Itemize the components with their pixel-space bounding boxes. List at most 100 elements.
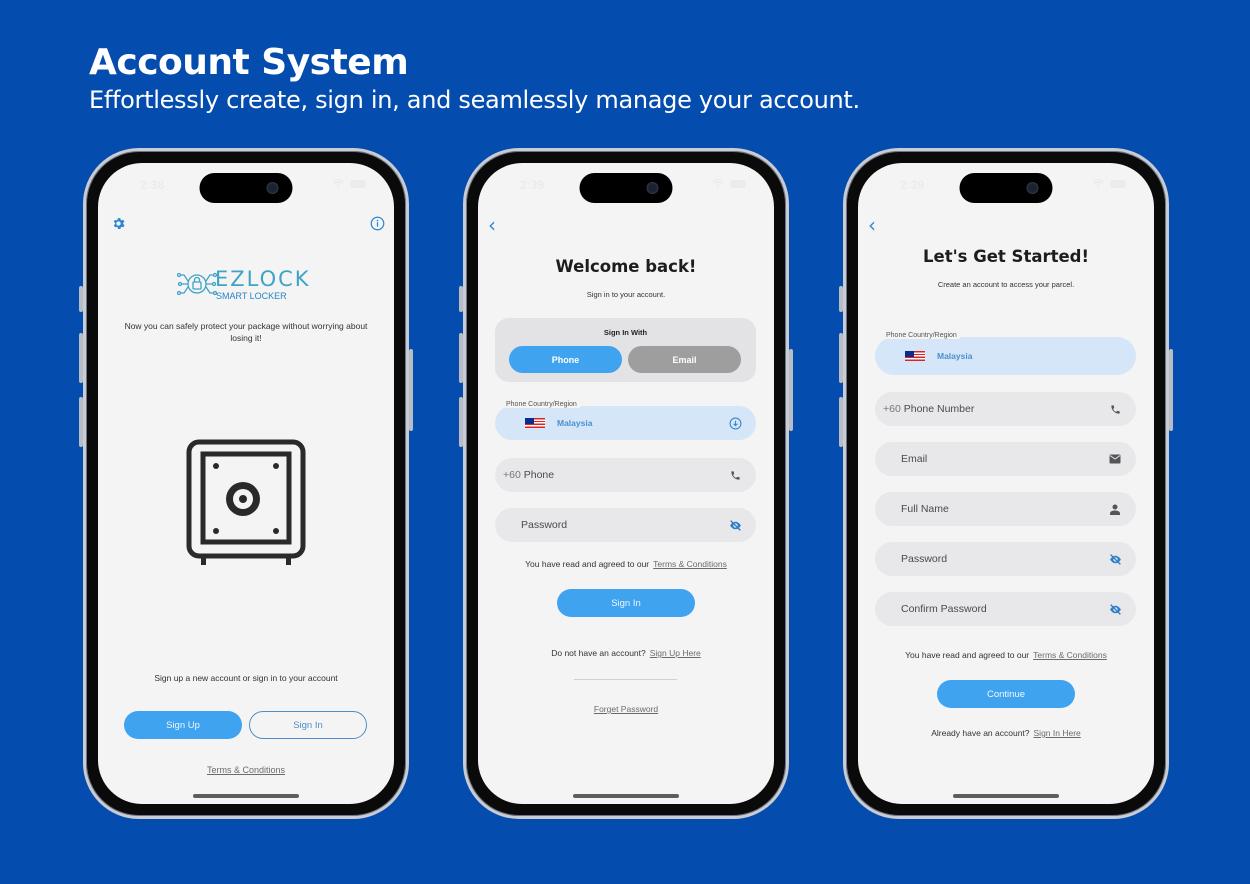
sign-in-with-label: Sign In With xyxy=(603,328,648,337)
phone-icon xyxy=(1108,402,1122,416)
home-indicator[interactable] xyxy=(193,794,299,798)
logo-tagline: SMART LOCKER xyxy=(216,291,287,301)
phone-input[interactable]: +60 Phone xyxy=(495,458,756,492)
password-placeholder: Password xyxy=(521,519,568,531)
sign-in-link[interactable]: Sign In Here xyxy=(1034,728,1081,738)
sign-up-link[interactable]: Sign Up Here xyxy=(650,648,701,658)
back-button[interactable]: ‹ xyxy=(488,213,496,237)
country-value: Malaysia xyxy=(557,418,593,428)
method-phone-button[interactable]: Phone xyxy=(509,346,622,373)
status-time: 2:39 xyxy=(900,178,925,192)
sign-in-submit-button[interactable]: Sign In xyxy=(557,589,695,617)
battery-icon xyxy=(730,179,746,188)
password-input[interactable]: Password xyxy=(495,508,756,542)
phone-side-button xyxy=(459,333,463,383)
phone-side-button xyxy=(839,397,843,447)
camera-icon xyxy=(1026,182,1039,194)
sign-in-screen: 2:39 ‹ Welcome back! Sign in to your acc… xyxy=(478,163,774,804)
status-time: 2:38 xyxy=(140,178,165,192)
ezlock-logo: EZLOCK SMART LOCKER xyxy=(176,265,316,305)
phone-side-button xyxy=(79,397,83,447)
password-input[interactable]: Password xyxy=(875,542,1136,576)
wifi-icon xyxy=(1092,179,1104,188)
terms-wrap: Terms & Conditions xyxy=(98,760,394,778)
phone-side-button xyxy=(79,286,83,312)
page-title: Welcome back! xyxy=(555,257,697,276)
country-select[interactable]: Malaysia xyxy=(875,337,1136,375)
person-icon xyxy=(1108,502,1122,516)
battery-icon xyxy=(350,179,366,188)
terms-link[interactable]: Terms & Conditions xyxy=(207,765,285,775)
full-name-placeholder: Full Name xyxy=(901,503,949,515)
continue-button[interactable]: Continue xyxy=(937,680,1075,708)
full-name-input[interactable]: Full Name xyxy=(875,492,1136,526)
agreement-label: You have read and agreed to our xyxy=(525,559,650,569)
country-select[interactable]: Malaysia xyxy=(495,406,756,440)
country-field-label: Phone Country/Region xyxy=(882,332,961,339)
phone-sign-up: 2:39 ‹ Let's Get Started! Create an acco… xyxy=(839,148,1173,819)
forgot-wrap: Forget Password xyxy=(478,699,774,717)
eye-off-icon[interactable] xyxy=(1108,602,1122,616)
welcome-screen: 2:38 EZLOCK SMART LOCKER Now you can saf… xyxy=(98,163,394,804)
phone-number-input[interactable]: +60 Phone Number xyxy=(875,392,1136,426)
phone-side-button xyxy=(839,333,843,383)
phone-placeholder: Phone xyxy=(523,469,555,481)
page-subtitle: Sign in to your account. xyxy=(586,290,666,299)
chevron-left-icon: ‹ xyxy=(868,213,876,237)
hero-subtitle: Effortlessly create, sign in, and seamle… xyxy=(89,86,860,114)
dropdown-circle-icon xyxy=(728,416,742,430)
email-placeholder: Email xyxy=(901,453,928,465)
safe-icon xyxy=(186,439,306,565)
phone-power-button xyxy=(789,349,793,431)
gear-icon xyxy=(113,217,125,229)
logo-brand: EZLOCK xyxy=(215,267,311,291)
eye-off-icon[interactable] xyxy=(728,518,742,532)
phone-icon xyxy=(728,468,742,482)
phone-number-placeholder: Phone Number xyxy=(903,403,975,415)
phone-prefix: +60 xyxy=(503,469,521,481)
phone-side-button xyxy=(459,286,463,312)
info-button[interactable] xyxy=(368,214,386,232)
agreement-label: You have read and agreed to our xyxy=(905,650,1030,660)
battery-icon xyxy=(1110,179,1126,188)
have-account-text: Already have an account? Sign In Here xyxy=(858,728,1154,738)
home-indicator[interactable] xyxy=(953,794,1059,798)
wifi-icon xyxy=(332,179,344,188)
terms-link[interactable]: Terms & Conditions xyxy=(1033,650,1107,660)
wifi-icon xyxy=(712,179,724,188)
eye-off-icon[interactable] xyxy=(1108,552,1122,566)
status-icons xyxy=(712,179,746,188)
dynamic-island xyxy=(199,173,293,203)
chevron-left-icon: ‹ xyxy=(488,213,496,237)
camera-icon xyxy=(266,182,279,194)
mail-icon xyxy=(1108,452,1122,466)
camera-icon xyxy=(646,182,659,194)
forgot-password-link[interactable]: Forget Password xyxy=(594,704,658,714)
status-icons xyxy=(332,179,366,188)
malaysia-flag-icon xyxy=(905,351,925,361)
status-time: 2:39 xyxy=(520,178,545,192)
phone-sign-in: 2:39 ‹ Welcome back! Sign in to your acc… xyxy=(459,148,793,819)
malaysia-flag-icon xyxy=(525,418,545,428)
home-indicator[interactable] xyxy=(573,794,679,798)
status-icons xyxy=(1092,179,1126,188)
no-account-text: Do not have an account? Sign Up Here xyxy=(478,648,774,658)
have-account-label: Already have an account? xyxy=(931,728,1030,738)
no-account-label: Do not have an account? xyxy=(551,648,646,658)
country-field-label: Phone Country/Region xyxy=(502,401,581,408)
settings-button[interactable] xyxy=(109,214,127,232)
phone-side-button xyxy=(459,397,463,447)
password-placeholder: Password xyxy=(901,553,948,565)
confirm-password-input[interactable]: Confirm Password xyxy=(875,592,1136,626)
agreement-text: You have read and agreed to our Terms & C… xyxy=(858,650,1154,660)
welcome-description: Now you can safely protect your package … xyxy=(124,321,368,343)
back-button[interactable]: ‹ xyxy=(868,213,876,237)
sign-in-button[interactable]: Sign In xyxy=(249,711,367,739)
email-input[interactable]: Email xyxy=(875,442,1136,476)
sign-up-button[interactable]: Sign Up xyxy=(124,711,242,739)
terms-link[interactable]: Terms & Conditions xyxy=(653,559,727,569)
phone-power-button xyxy=(409,349,413,431)
welcome-prompt: Sign up a new account or sign in to your… xyxy=(154,673,338,683)
lock-circuit-icon xyxy=(176,272,218,296)
method-email-button[interactable]: Email xyxy=(628,346,741,373)
